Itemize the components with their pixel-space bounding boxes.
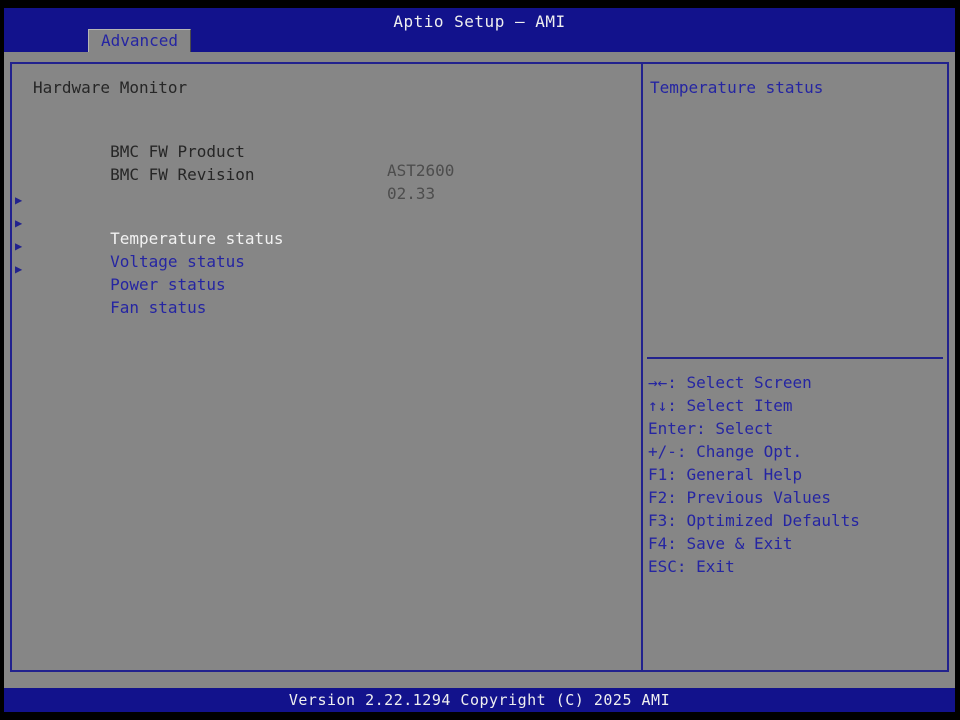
- footerbar: Version 2.22.1294 Copyright (C) 2025 AMI: [4, 688, 955, 712]
- bios-screen: Aptio Setup – AMI Advanced Hardware Moni…: [4, 8, 955, 712]
- submenu-arrow-icon: ▶: [15, 193, 23, 207]
- hint-esc-exit: ESC: Exit: [648, 557, 735, 576]
- main-panel: Hardware Monitor BMC FW Product AST2600 …: [10, 62, 949, 672]
- hint-f1-general-help: F1: General Help: [648, 465, 803, 484]
- submenu-arrow-icon: ▶: [15, 262, 23, 276]
- tab-advanced[interactable]: Advanced: [88, 29, 192, 52]
- submenu-arrow-icon: ▶: [15, 239, 23, 253]
- version-text: Version 2.22.1294 Copyright (C) 2025 AMI: [288, 691, 671, 709]
- hint-select-screen: →←: Select Screen: [648, 373, 812, 392]
- hint-f3-optimized-defaults: F3: Optimized Defaults: [648, 511, 860, 530]
- info-row-bmc-fw-product: BMC FW Product AST2600: [33, 123, 633, 180]
- menu-item-voltage-status[interactable]: ▶ Voltage status: [15, 214, 633, 271]
- hint-f4-save-exit: F4: Save & Exit: [648, 534, 793, 553]
- options-pane: Hardware Monitor BMC FW Product AST2600 …: [12, 64, 641, 670]
- hint-enter-select: Enter: Select: [648, 419, 774, 438]
- menu-item-fan-status[interactable]: ▶ Fan status: [15, 260, 633, 317]
- menu-item-temperature-status[interactable]: ▶ Temperature status: [15, 191, 633, 248]
- menu-item-label: Fan status: [110, 298, 207, 317]
- hint-select-item: ↑↓: Select Item: [648, 396, 793, 415]
- hint-f2-previous-values: F2: Previous Values: [648, 488, 832, 507]
- help-description: Temperature status: [650, 78, 824, 97]
- menu-item-power-status[interactable]: ▶ Power status: [15, 237, 633, 294]
- hint-change-opt: +/-: Change Opt.: [648, 442, 803, 461]
- titlebar: Aptio Setup – AMI Advanced: [4, 8, 955, 52]
- info-row-bmc-fw-revision: BMC FW Revision 02.33: [33, 146, 633, 203]
- section-title: Hardware Monitor: [33, 78, 188, 97]
- help-pane: Temperature status →←: Select Screen ↑↓:…: [643, 64, 947, 670]
- submenu-arrow-icon: ▶: [15, 216, 23, 230]
- info-label: BMC FW Revision: [110, 165, 255, 184]
- help-divider: [647, 357, 943, 359]
